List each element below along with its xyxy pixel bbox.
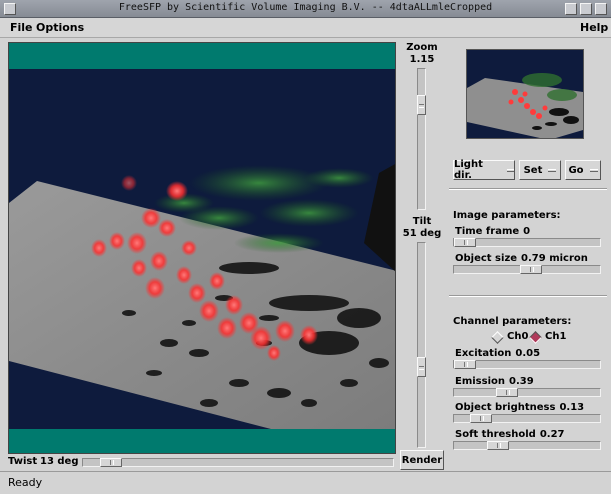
rendered-volume-image: [9, 43, 395, 453]
soft-threshold-slider-thumb[interactable]: [487, 441, 509, 450]
time-frame-slider[interactable]: [453, 238, 601, 247]
soft-threshold-slider[interactable]: [453, 441, 601, 450]
tilt-label: Tilt: [412, 216, 432, 227]
object-size-label: Object size 0.79 micron: [455, 253, 588, 264]
object-brightness-slider-thumb[interactable]: [470, 414, 492, 423]
menu-help[interactable]: Help: [580, 21, 608, 34]
image-params-heading: Image parameters:: [453, 210, 561, 221]
render-button[interactable]: Render: [400, 450, 444, 470]
menu-bar: File Options Help: [0, 18, 611, 38]
ch0-label: Ch0: [507, 331, 529, 342]
soft-threshold-label: Soft threshold 0.27: [455, 429, 565, 440]
emission-slider[interactable]: [453, 388, 601, 397]
zoom-slider-thumb[interactable]: [417, 95, 426, 115]
close-icon[interactable]: [595, 3, 607, 15]
minimize-icon[interactable]: [565, 3, 577, 15]
bottom-band: [9, 429, 395, 453]
ch1-label: Ch1: [545, 331, 567, 342]
light-dir-label: Light dir.: [454, 159, 483, 181]
set-button[interactable]: Set: [519, 160, 561, 180]
excitation-slider-thumb[interactable]: [454, 360, 476, 369]
parameters-panel: Light dir. Set Go Image parameters: Time…: [449, 40, 607, 468]
maximize-icon[interactable]: [580, 3, 592, 15]
object-size-slider[interactable]: [453, 265, 601, 274]
light-dir-button[interactable]: Light dir.: [453, 159, 515, 181]
go-button[interactable]: Go: [565, 160, 601, 180]
zoom-label: Zoom: [406, 42, 438, 53]
channel-radio-group: Ch0 Ch1: [491, 330, 591, 346]
status-text: Ready: [8, 476, 43, 489]
tilt-value: 51 deg: [402, 228, 442, 239]
twist-slider-thumb[interactable]: [100, 458, 122, 467]
set-label: Set: [523, 164, 543, 176]
twist-value: 13 deg: [40, 456, 79, 467]
time-frame-slider-thumb[interactable]: [454, 238, 476, 247]
menu-file[interactable]: File: [10, 21, 33, 34]
overview-thumbnail: [466, 49, 584, 139]
tilt-slider-thumb[interactable]: [417, 357, 426, 377]
option-menu-icon: [589, 168, 598, 172]
go-label: Go: [568, 164, 584, 176]
window-title: FreeSFP by Scientific Volume Imaging B.V…: [118, 2, 493, 13]
ch0-radio[interactable]: [491, 331, 504, 344]
top-band: [9, 43, 395, 69]
option-menu-icon: [548, 168, 557, 172]
twist-row: Twist 13 deg: [8, 456, 396, 470]
excitation-label: Excitation 0.05: [455, 348, 541, 359]
zoom-value: 1.15: [409, 54, 435, 65]
object-brightness-label: Object brightness 0.13: [455, 402, 585, 413]
status-bar: Ready: [0, 471, 611, 494]
twist-slider[interactable]: [82, 458, 394, 467]
zoom-tilt-column: Zoom 1.15 Tilt 51 deg Render: [398, 40, 446, 470]
object-brightness-slider[interactable]: [453, 414, 601, 423]
twist-label: Twist: [8, 456, 38, 467]
menu-options[interactable]: Options: [36, 21, 84, 34]
tilt-slider[interactable]: [417, 242, 426, 448]
title-bar: FreeSFP by Scientific Volume Imaging B.V…: [0, 0, 611, 18]
excitation-slider[interactable]: [453, 360, 601, 369]
render-viewport[interactable]: [8, 42, 396, 454]
object-size-slider-thumb[interactable]: [520, 265, 542, 274]
emission-slider-thumb[interactable]: [496, 388, 518, 397]
divider: [449, 188, 607, 190]
option-menu-icon: [506, 168, 514, 172]
time-frame-label: Time frame 0: [455, 226, 531, 237]
emission-label: Emission 0.39: [455, 376, 534, 387]
channel-params-heading: Channel parameters:: [453, 316, 572, 327]
divider: [449, 295, 607, 297]
ch1-radio[interactable]: [529, 331, 542, 344]
zoom-slider[interactable]: [417, 68, 426, 210]
